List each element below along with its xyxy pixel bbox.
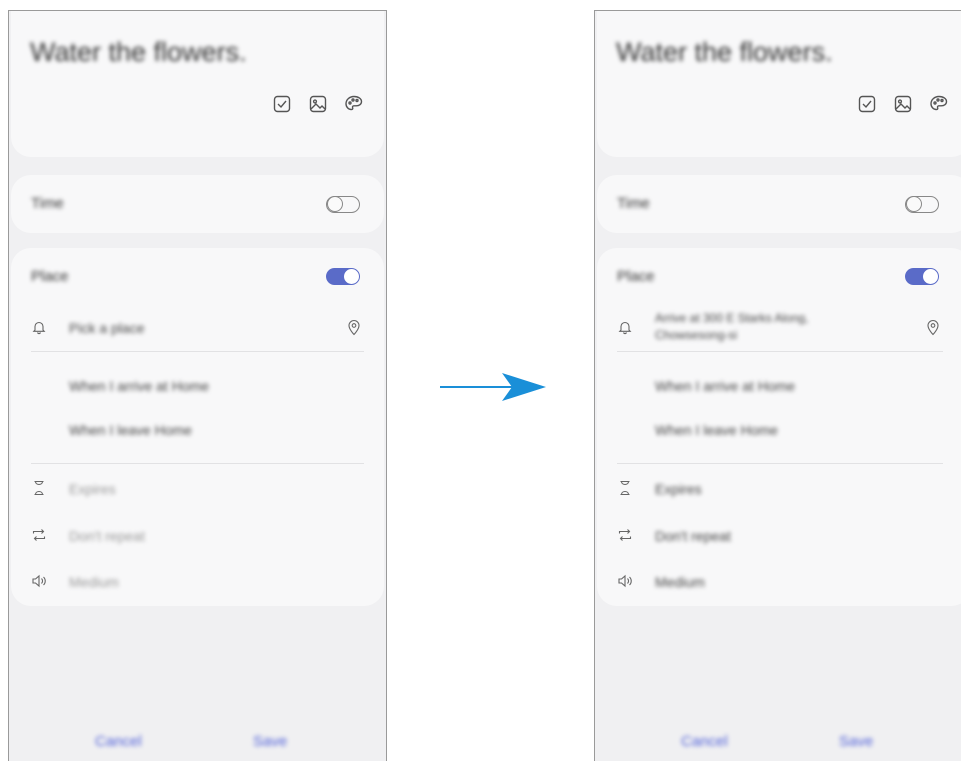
divider (31, 463, 364, 464)
sound-text[interactable]: Medium (655, 574, 705, 590)
location-line-2[interactable]: Chowsesong-si (655, 328, 737, 342)
option-leave[interactable]: When I leave Home (69, 422, 192, 438)
place-card: Place Pick a place When I arrive at Home… (11, 248, 384, 606)
checkbox-icon[interactable] (857, 94, 877, 114)
hourglass-icon (31, 480, 47, 496)
repeat-icon (617, 527, 633, 543)
time-card: Time (597, 175, 961, 233)
time-label: Time (31, 195, 64, 212)
option-arrive[interactable]: When I arrive at Home (655, 378, 795, 394)
place-toggle[interactable] (326, 268, 360, 285)
toggle-knob (327, 196, 343, 212)
repeat-text[interactable]: Don't repeat (69, 528, 145, 544)
sound-icon (617, 573, 633, 589)
location-pin-icon[interactable] (925, 318, 941, 336)
toggle-knob (906, 196, 922, 212)
checkbox-icon[interactable] (272, 94, 292, 114)
title-card: Water the flowers. (597, 11, 961, 157)
expire-text[interactable]: Expires (655, 481, 702, 497)
phone-screen-after: Water the flowers. Time Place Arrive at … (594, 10, 961, 761)
place-label: Place (617, 268, 655, 285)
place-card: Place Arrive at 300 E Starks Along, Chow… (597, 248, 961, 606)
location-line-1[interactable]: Arrive at 300 E Starks Along, (655, 311, 808, 325)
toggle-knob (344, 269, 359, 284)
time-toggle[interactable] (905, 196, 939, 213)
bell-icon (31, 319, 47, 335)
divider (617, 463, 943, 464)
toggle-knob (923, 269, 938, 284)
option-arrive[interactable]: When I arrive at Home (69, 378, 209, 394)
expire-text[interactable]: Expires (69, 481, 116, 497)
title-toolbar (272, 94, 364, 114)
save-button[interactable]: Save (253, 733, 287, 750)
sound-text[interactable]: Medium (69, 574, 119, 590)
image-icon[interactable] (308, 94, 328, 114)
time-card: Time (11, 175, 384, 233)
repeat-text[interactable]: Don't repeat (655, 528, 731, 544)
time-toggle[interactable] (326, 196, 360, 213)
place-label: Place (31, 268, 69, 285)
cancel-button[interactable]: Cancel (95, 733, 142, 750)
sound-icon (31, 573, 47, 589)
location-text[interactable]: Pick a place (69, 320, 144, 336)
cancel-button[interactable]: Cancel (681, 733, 728, 750)
bell-icon (617, 319, 633, 335)
phone-screen-before: Water the flowers. Time Place Pick a pla… (8, 10, 387, 761)
image-icon[interactable] (893, 94, 913, 114)
palette-icon[interactable] (344, 94, 364, 114)
save-button[interactable]: Save (839, 733, 873, 750)
reminder-title[interactable]: Water the flowers. (616, 37, 833, 68)
divider (617, 351, 943, 352)
location-pin-icon[interactable] (346, 318, 362, 336)
palette-icon[interactable] (929, 94, 949, 114)
repeat-icon (31, 527, 47, 543)
title-toolbar (857, 94, 949, 114)
divider (31, 351, 364, 352)
transition-arrow-icon (440, 373, 546, 401)
place-toggle[interactable] (905, 268, 939, 285)
option-leave[interactable]: When I leave Home (655, 422, 778, 438)
reminder-title[interactable]: Water the flowers. (30, 37, 247, 68)
time-label: Time (617, 195, 650, 212)
hourglass-icon (617, 480, 633, 496)
title-card: Water the flowers. (11, 11, 384, 157)
